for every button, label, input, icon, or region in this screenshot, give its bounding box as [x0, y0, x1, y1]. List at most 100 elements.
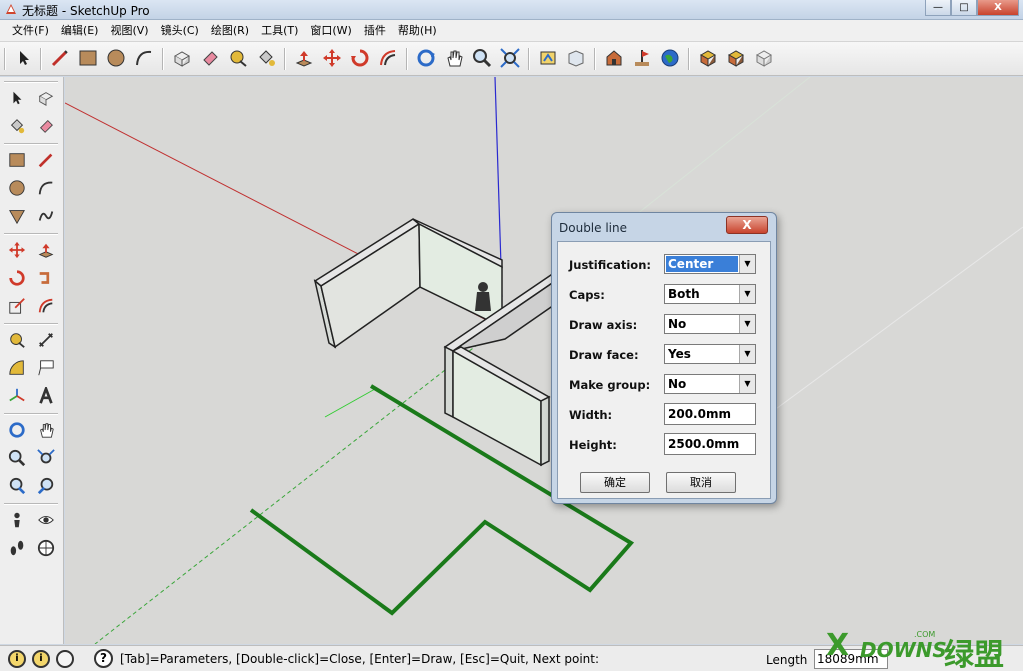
green-axis [94, 326, 501, 644]
3d-viewport[interactable] [65, 77, 1023, 644]
chevron-down-icon[interactable]: ▼ [739, 255, 755, 273]
justification-select[interactable]: Center ▼ [664, 254, 756, 274]
toolbar-separator [688, 48, 690, 70]
ok-button[interactable]: 确定 [580, 472, 650, 493]
rectangle-tool-icon[interactable] [76, 46, 100, 70]
orbit-tool-icon[interactable] [414, 46, 438, 70]
offset-tool-icon[interactable] [376, 46, 400, 70]
get-photo-texture-icon[interactable] [696, 46, 720, 70]
arc-icon[interactable] [34, 176, 58, 200]
geo-location-icon[interactable]: i [8, 650, 26, 668]
watermark-cn: 绿盟 [944, 638, 1004, 671]
make-group-select[interactable]: No ▼ [664, 374, 756, 394]
tape-measure-icon[interactable] [226, 46, 250, 70]
share-model-icon[interactable] [564, 46, 588, 70]
tape-measure-icon[interactable] [5, 328, 29, 352]
look-around-icon[interactable] [34, 508, 58, 532]
rotate-tool-icon[interactable] [348, 46, 372, 70]
justification-value: Center [666, 256, 738, 272]
polygon-icon[interactable] [5, 204, 29, 228]
window-controls: — □ X [925, 0, 1019, 16]
move-tool-icon[interactable] [320, 46, 344, 70]
make-component-icon[interactable] [34, 86, 58, 110]
zoom-icon[interactable] [5, 446, 29, 470]
rectangle-icon[interactable] [5, 148, 29, 172]
draw-axis-label: Draw axis: [569, 318, 638, 332]
make-component-icon[interactable] [170, 46, 194, 70]
menu-tools[interactable]: 工具(T) [255, 20, 304, 42]
caps-select[interactable]: Both ▼ [664, 284, 756, 304]
chevron-down-icon[interactable]: ▼ [739, 315, 755, 333]
walk-icon[interactable] [5, 536, 29, 560]
sign-in-icon[interactable] [56, 650, 74, 668]
zoom-window-icon[interactable] [34, 446, 58, 470]
eraser-icon[interactable] [34, 114, 58, 138]
menu-window[interactable]: 窗口(W) [304, 20, 357, 42]
offset-icon[interactable] [34, 294, 58, 318]
menu-camera[interactable]: 镜头(C) [155, 20, 205, 42]
menu-plugins[interactable]: 插件 [358, 20, 392, 42]
menu-file[interactable]: 文件(F) [6, 20, 55, 42]
chevron-down-icon[interactable]: ▼ [739, 345, 755, 363]
component-upload-icon[interactable] [724, 46, 748, 70]
caps-row: Caps: Both ▼ [569, 284, 769, 306]
maximize-button[interactable]: □ [951, 0, 977, 16]
width-input[interactable]: 200.0mm [664, 403, 756, 425]
warehouse-icon[interactable] [602, 46, 626, 70]
help-icon[interactable]: ? [94, 649, 113, 668]
select-tool-icon[interactable] [12, 46, 36, 70]
orbit-icon[interactable] [5, 418, 29, 442]
position-camera-icon[interactable] [5, 508, 29, 532]
menu-edit[interactable]: 编辑(E) [55, 20, 105, 42]
dimension-icon[interactable] [34, 328, 58, 352]
follow-me-icon[interactable] [34, 266, 58, 290]
section-plane-icon[interactable] [34, 536, 58, 560]
zoom-extents-icon[interactable] [34, 474, 58, 498]
move-icon[interactable] [5, 238, 29, 262]
toolbar-separator [40, 48, 42, 70]
minimize-button[interactable]: — [925, 0, 951, 16]
draw-face-select[interactable]: Yes ▼ [664, 344, 756, 364]
draw-axis-select[interactable]: No ▼ [664, 314, 756, 334]
line-tool-icon[interactable] [48, 46, 72, 70]
height-input[interactable]: 2500.0mm [664, 433, 756, 455]
circle-icon[interactable] [5, 176, 29, 200]
cancel-button[interactable]: 取消 [666, 472, 736, 493]
google-earth-icon[interactable] [658, 46, 682, 70]
add-location-icon[interactable] [630, 46, 654, 70]
paint-bucket-icon[interactable] [254, 46, 278, 70]
push-pull-icon[interactable] [292, 46, 316, 70]
line-icon[interactable] [34, 148, 58, 172]
toolbar-separator [594, 48, 596, 70]
menu-view[interactable]: 视图(V) [104, 20, 154, 42]
chevron-down-icon[interactable]: ▼ [739, 285, 755, 303]
rotate-icon[interactable] [5, 266, 29, 290]
extension-warehouse-icon[interactable] [752, 46, 776, 70]
width-row: Width: 200.0mm [569, 403, 769, 426]
zoom-tool-icon[interactable] [470, 46, 494, 70]
arc-tool-icon[interactable] [132, 46, 156, 70]
eraser-tool-icon[interactable] [198, 46, 222, 70]
get-models-icon[interactable] [536, 46, 560, 70]
dialog-close-button[interactable]: X [726, 216, 768, 234]
close-window-button[interactable]: X [977, 0, 1019, 16]
chevron-down-icon[interactable]: ▼ [739, 375, 755, 393]
zoom-extents-icon[interactable] [498, 46, 522, 70]
protractor-icon[interactable] [5, 356, 29, 380]
menu-help[interactable]: 帮助(H) [392, 20, 443, 42]
title-bar: 无标题 - SketchUp Pro — □ X [0, 0, 1023, 20]
freehand-icon[interactable] [34, 204, 58, 228]
3d-text-icon[interactable] [34, 384, 58, 408]
paint-bucket-icon[interactable] [5, 114, 29, 138]
scale-icon[interactable] [5, 294, 29, 318]
text-icon[interactable] [34, 356, 58, 380]
circle-tool-icon[interactable] [104, 46, 128, 70]
push-pull-icon[interactable] [34, 238, 58, 262]
menu-draw[interactable]: 绘图(R) [205, 20, 255, 42]
select-icon[interactable] [5, 86, 29, 110]
pan-icon[interactable] [34, 418, 58, 442]
previous-view-icon[interactable] [5, 474, 29, 498]
axes-icon[interactable] [5, 384, 29, 408]
credits-icon[interactable]: i [32, 650, 50, 668]
pan-tool-icon[interactable] [442, 46, 466, 70]
